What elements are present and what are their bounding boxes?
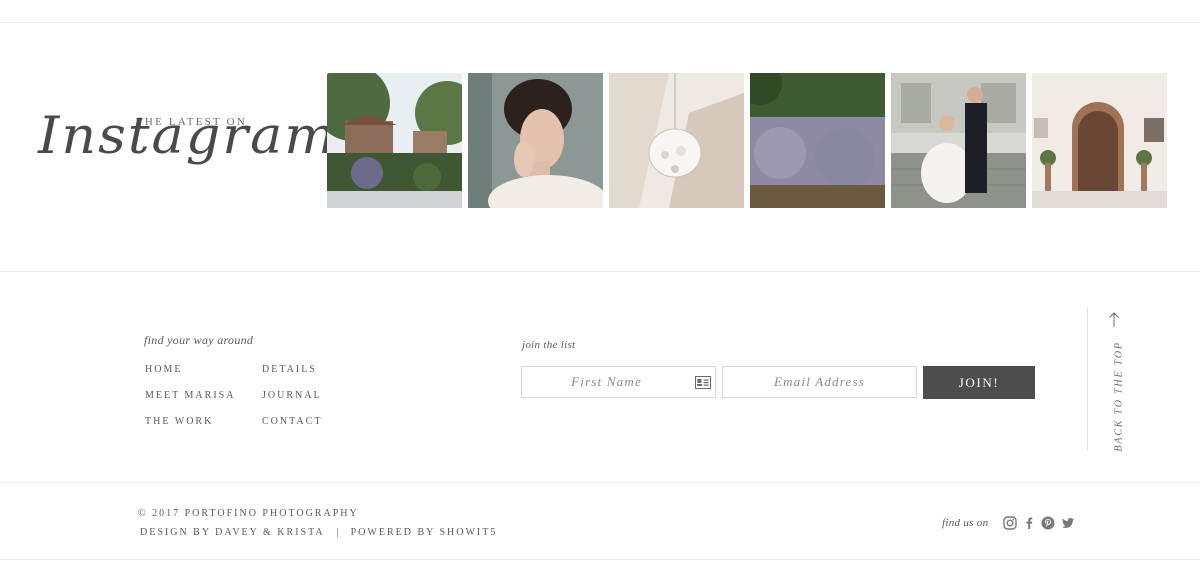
nav-link-details[interactable]: DETAILS — [262, 364, 317, 375]
bottom-divider — [0, 559, 1200, 560]
section-divider — [0, 271, 1200, 272]
instagram-photo-couple[interactable] — [891, 73, 1026, 208]
instagram-feed — [327, 73, 1167, 208]
top-divider — [0, 22, 1200, 23]
copyright-text: © 2017 PORTOFINO PHOTOGRAPHY — [138, 508, 359, 519]
footer-divider — [0, 482, 1200, 483]
nav-link-contact[interactable]: CONTACT — [262, 416, 322, 427]
garden-photo — [327, 73, 462, 208]
first-name-input[interactable] — [522, 367, 715, 397]
instagram-photo-chandelier[interactable] — [609, 73, 744, 208]
credits-separator: | — [336, 527, 339, 538]
chandelier-photo — [609, 73, 744, 208]
back-to-top-link[interactable]: BACK TO THE TOP — [1103, 312, 1129, 452]
instagram-script-label: Instagram — [38, 105, 338, 166]
join-button[interactable]: JOIN! — [923, 366, 1035, 399]
nav-link-meet-marisa[interactable]: MEET MARISA — [145, 390, 235, 401]
pinterest-icon[interactable] — [1041, 516, 1055, 530]
bride-portrait-photo — [468, 73, 603, 208]
villa-door-photo — [1032, 73, 1167, 208]
nav-heading: find your way around — [144, 333, 254, 347]
instagram-icon[interactable] — [1003, 516, 1017, 530]
email-input[interactable] — [723, 367, 916, 397]
nav-link-home[interactable]: HOME — [145, 364, 182, 375]
instagram-photo-villa[interactable] — [1032, 73, 1167, 208]
credits-line: DESIGN BY DAVEY & KRISTA | POWERED BY SHOW… — [140, 527, 497, 538]
find-us-label: find us on — [942, 517, 989, 529]
nav-link-journal[interactable]: JOURNAL — [262, 390, 322, 401]
couple-stairs-photo — [891, 73, 1026, 208]
newsletter-heading: join the list — [522, 339, 576, 351]
powered-by-link[interactable]: POWERED BY SHOWIT5 — [351, 527, 498, 538]
design-credit-link[interactable]: DESIGN BY DAVEY & KRISTA — [140, 527, 325, 538]
arrow-up-icon — [1109, 312, 1119, 327]
first-name-field-wrapper — [521, 366, 716, 398]
email-field-wrapper — [722, 366, 917, 398]
facebook-icon[interactable] — [1022, 516, 1036, 530]
back-to-top-divider — [1087, 307, 1088, 450]
instagram-photo-bride[interactable] — [468, 73, 603, 208]
instagram-photo-lavender[interactable] — [750, 73, 885, 208]
back-to-top-label: BACK TO THE TOP — [1113, 341, 1125, 452]
twitter-icon[interactable] — [1061, 516, 1075, 530]
instagram-photo-garden[interactable] — [327, 73, 462, 208]
nav-link-the-work[interactable]: THE WORK — [145, 416, 213, 427]
contact-card-icon — [695, 376, 711, 389]
lavender-photo — [750, 73, 885, 208]
